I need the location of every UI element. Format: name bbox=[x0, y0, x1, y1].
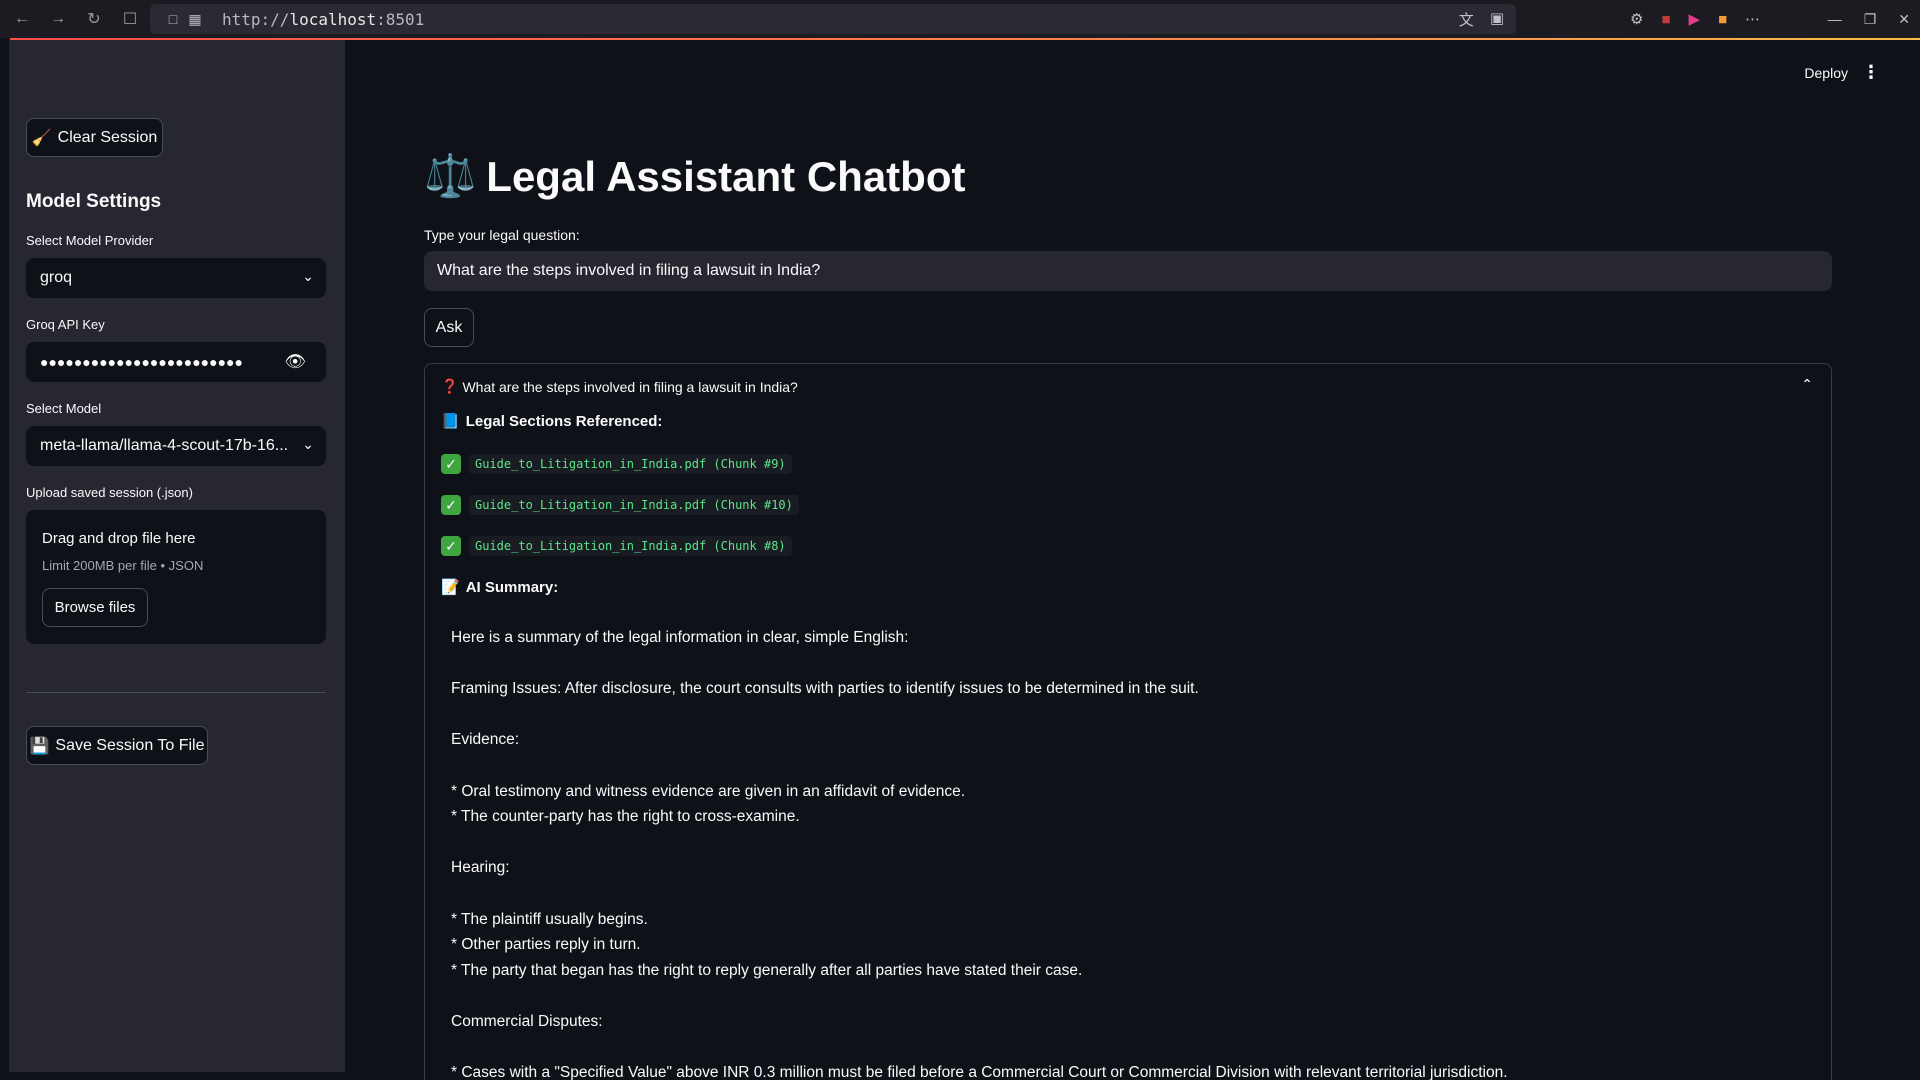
summary-line: Evidence: bbox=[451, 731, 520, 749]
api-key-masked-value: ●●●●●●●●●●●●●●●●●●●●●●●● bbox=[40, 354, 243, 370]
summary-line: Here is a summary of the legal informati… bbox=[451, 629, 909, 646]
chunk-reference: Guide_to_Litigation_in_India.pdf (Chunk … bbox=[469, 536, 792, 556]
provider-label: Select Model Provider bbox=[26, 233, 154, 248]
summary-line: Hearing: bbox=[451, 859, 510, 877]
api-key-field[interactable]: ●●●●●●●●●●●●●●●●●●●●●●●● 👁 bbox=[26, 342, 326, 382]
close-icon[interactable]: ✕ bbox=[1898, 11, 1910, 28]
summary-heading-text: AI Summary: bbox=[465, 578, 559, 596]
chevron-up-icon[interactable]: ⌃ bbox=[1801, 376, 1813, 393]
reader-icon[interactable]: ▣ bbox=[1490, 9, 1504, 30]
summary-line: * The plaintiff usually begins. bbox=[451, 910, 648, 928]
chevron-down-icon: ⌄ bbox=[302, 436, 314, 452]
summary-line bbox=[451, 753, 1811, 779]
browser-toolbar: ← → ↻ ☐ □ ▦ http://localhost:8501 文 ▣ ⚙ … bbox=[0, 0, 1920, 38]
summary-heading: 📝 AI Summary: bbox=[441, 578, 559, 597]
chevron-down-icon: ⌄ bbox=[302, 268, 314, 284]
summary-line: * The party that began has the right to … bbox=[451, 961, 1083, 979]
translate-icon[interactable]: 文 bbox=[1459, 9, 1474, 30]
summary-line: Framing Issues: After disclosure, the co… bbox=[451, 680, 1199, 698]
main-content: Deploy ⋮ ⚖️ Legal Assistant Chatbot Type… bbox=[345, 40, 1920, 1080]
file-dropzone[interactable]: Drag and drop file here Limit 200MB per … bbox=[26, 510, 326, 644]
question-label: Type your legal question: bbox=[424, 227, 580, 243]
model-label: Select Model bbox=[26, 401, 102, 416]
summary-line: * Cases with a "Specified Value" above I… bbox=[451, 1064, 1508, 1080]
summary-line bbox=[451, 651, 1811, 677]
summary-line: * Other parties reply in turn. bbox=[451, 936, 641, 954]
check-mark-icon: ✓ bbox=[441, 454, 461, 474]
model-value: meta-llama/llama-4-scout-17b-16... bbox=[40, 437, 289, 454]
summary-line: * Oral testimony and witness evidence ar… bbox=[451, 782, 966, 800]
dropzone-limit: Limit 200MB per file • JSON bbox=[42, 558, 204, 573]
book-icon: 📘 bbox=[441, 413, 460, 430]
summary-line bbox=[451, 983, 1811, 1009]
sidebar-divider bbox=[26, 692, 326, 693]
scales-icon: ⚖️ bbox=[424, 152, 477, 199]
model-settings-heading: Model Settings bbox=[26, 191, 162, 212]
summary-line bbox=[451, 702, 1811, 728]
dropzone-title: Drag and drop file here bbox=[42, 530, 196, 547]
ublock-icon[interactable]: ■ bbox=[1661, 11, 1670, 28]
forward-icon[interactable]: → bbox=[40, 0, 76, 38]
sections-heading: 📘 Legal Sections Referenced: bbox=[441, 412, 663, 431]
summary-line: * The counter-party has the right to cro… bbox=[451, 808, 800, 826]
question-mark-icon: ❓ bbox=[441, 378, 459, 394]
save-session-label: Save Session To File bbox=[55, 736, 205, 754]
extension-icon[interactable]: ⚙ bbox=[1630, 10, 1643, 28]
address-bar[interactable]: □ ▦ http://localhost:8501 文 ▣ bbox=[150, 4, 1516, 34]
save-session-button[interactable]: 💾 Save Session To File bbox=[26, 726, 208, 765]
provider-select[interactable]: groq ⌄ bbox=[26, 258, 326, 298]
url-text: http://localhost:8501 bbox=[222, 9, 425, 29]
answer-expander: ❓ What are the steps involved in filing … bbox=[424, 363, 1832, 1080]
summary-line bbox=[451, 1035, 1811, 1061]
broom-icon: 🧹 bbox=[31, 129, 52, 147]
floppy-disk-icon: 💾 bbox=[29, 737, 50, 755]
restore-icon[interactable]: ❐ bbox=[1864, 11, 1877, 28]
browse-files-button[interactable]: Browse files bbox=[42, 588, 148, 627]
back-icon[interactable]: ← bbox=[4, 0, 40, 38]
expander-header[interactable]: ❓ What are the steps involved in filing … bbox=[441, 378, 798, 395]
summary-line bbox=[451, 881, 1811, 907]
main-menu-icon[interactable]: ⋮ bbox=[1862, 62, 1880, 83]
sections-heading-text: Legal Sections Referenced: bbox=[465, 412, 663, 430]
chunk-reference: Guide_to_Litigation_in_India.pdf (Chunk … bbox=[469, 454, 792, 474]
summary-line bbox=[451, 830, 1811, 856]
chunk-item: ✓ Guide_to_Litigation_in_India.pdf (Chun… bbox=[441, 495, 799, 515]
show-password-icon[interactable]: 👁 bbox=[284, 352, 306, 372]
minimize-icon[interactable]: — bbox=[1828, 11, 1842, 27]
language-tool-icon[interactable]: ■ bbox=[1718, 11, 1727, 28]
chunk-item: ✓ Guide_to_Litigation_in_India.pdf (Chun… bbox=[441, 536, 792, 556]
model-select[interactable]: meta-llama/llama-4-scout-17b-16... ⌄ bbox=[26, 426, 326, 466]
sidebar: 🧹 Clear Session Model Settings Select Mo… bbox=[9, 40, 345, 1072]
api-key-label: Groq API Key bbox=[26, 317, 105, 332]
upload-label: Upload saved session (.json) bbox=[26, 485, 193, 500]
page-title: ⚖️ Legal Assistant Chatbot bbox=[424, 152, 965, 201]
page-icon: □ bbox=[168, 11, 178, 27]
ai-summary-text: Here is a summary of the legal informati… bbox=[451, 625, 1811, 1080]
clear-session-button[interactable]: 🧹 Clear Session bbox=[26, 118, 163, 157]
chunk-item: ✓ Guide_to_Litigation_in_India.pdf (Chun… bbox=[441, 454, 792, 474]
more-icon[interactable]: ⋯ bbox=[1745, 10, 1760, 28]
chunk-reference: Guide_to_Litigation_in_India.pdf (Chunk … bbox=[469, 495, 799, 515]
media-icon[interactable]: ▶ bbox=[1689, 10, 1701, 28]
memo-icon: 📝 bbox=[441, 579, 460, 596]
clear-session-label: Clear Session bbox=[57, 128, 158, 146]
expander-title: What are the steps involved in filing a … bbox=[462, 378, 798, 395]
bookmark-icon[interactable]: ☐ bbox=[112, 0, 148, 38]
page-title-text: Legal Assistant Chatbot bbox=[486, 152, 966, 200]
provider-value: groq bbox=[40, 269, 73, 286]
site-info-icon[interactable]: ▦ bbox=[184, 11, 206, 28]
ask-button[interactable]: Ask bbox=[424, 308, 474, 347]
deploy-button[interactable]: Deploy bbox=[1804, 65, 1848, 81]
check-mark-icon: ✓ bbox=[441, 495, 461, 515]
summary-line: Commercial Disputes: bbox=[451, 1012, 603, 1030]
check-mark-icon: ✓ bbox=[441, 536, 461, 556]
question-input[interactable]: What are the steps involved in filing a … bbox=[424, 251, 1832, 291]
reload-icon[interactable]: ↻ bbox=[76, 0, 112, 38]
